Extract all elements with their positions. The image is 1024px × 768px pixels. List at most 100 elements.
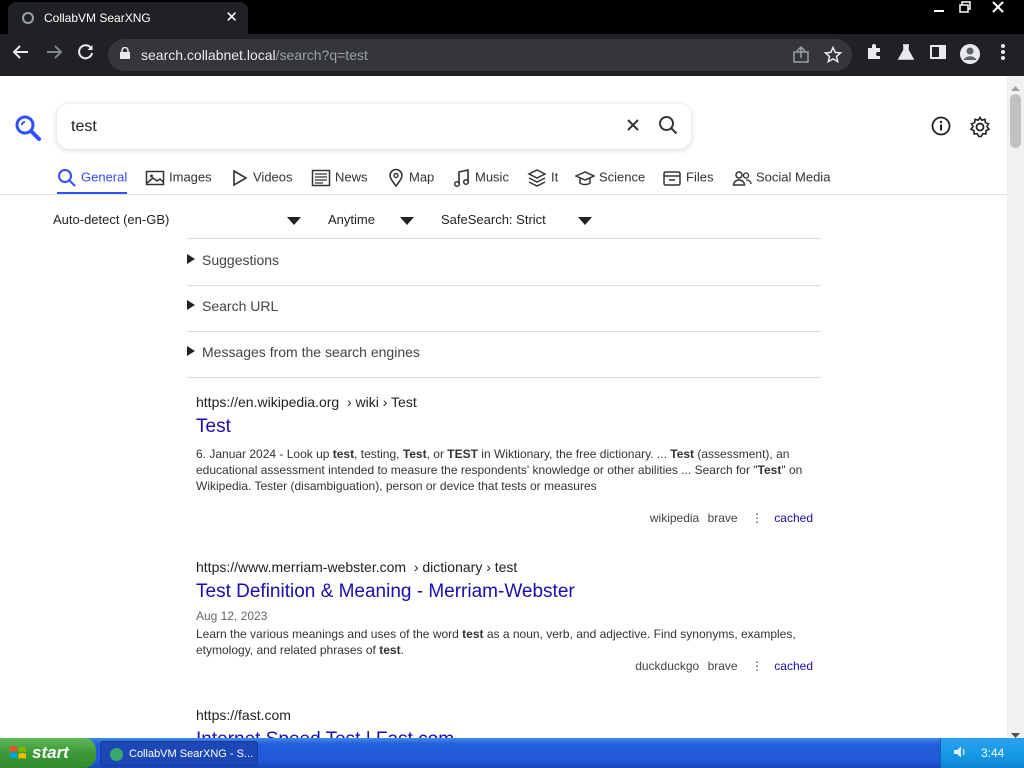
scroll-up-arrow-icon[interactable] xyxy=(1011,78,1020,96)
highlighted-term: Test xyxy=(402,447,427,461)
searxng-logo-icon[interactable] xyxy=(14,114,42,147)
engine-label: brave xyxy=(707,511,738,525)
share-icon[interactable] xyxy=(792,45,810,69)
extensions-puzzle-icon[interactable] xyxy=(862,43,886,66)
search-icon xyxy=(58,169,76,187)
tab-music[interactable]: Music xyxy=(453,168,509,194)
search-result: https://en.wikipedia.org › wiki › Test T… xyxy=(196,394,816,529)
image-icon xyxy=(145,170,165,186)
disclosure-triangle-icon xyxy=(187,300,195,310)
tab-music-label: Music xyxy=(475,169,509,185)
page-scrollbar[interactable] xyxy=(1007,76,1024,738)
scrollbar-thumb[interactable] xyxy=(1010,94,1021,148)
restore-button[interactable] xyxy=(954,0,976,18)
start-button[interactable]: start xyxy=(0,738,96,768)
taskbar: start CollabVM SearXNG - S... 3:44 xyxy=(0,738,1024,768)
chrome-app-icon xyxy=(110,748,123,761)
browser-tab[interactable]: CollabVM SearXNG ✕ xyxy=(8,2,248,34)
volume-icon[interactable] xyxy=(953,745,967,759)
cached-link[interactable]: cached xyxy=(774,659,813,673)
tab-title: CollabVM SearXNG xyxy=(44,11,151,25)
highlighted-term: Test xyxy=(757,463,782,477)
windows-logo-icon xyxy=(10,746,26,759)
search-submit-icon[interactable] xyxy=(658,115,678,140)
search-result: https://www.merriam-webster.com › dictio… xyxy=(196,559,816,679)
graduation-cap-icon xyxy=(574,171,596,186)
result-title-link[interactable]: Test Definition & Meaning - Merriam-Webs… xyxy=(196,581,816,603)
tab-map-label: Map xyxy=(409,169,435,185)
result-title-link[interactable]: Test xyxy=(196,416,816,438)
snippet-text: in Wiktionary, the free dictionary. ... xyxy=(477,447,671,461)
tab-images[interactable]: Images xyxy=(145,168,212,194)
result-url[interactable]: https://www.merriam-webster.com › dictio… xyxy=(196,559,816,575)
divider xyxy=(187,238,821,239)
window-close-button[interactable] xyxy=(984,0,1012,18)
tab-images-label: Images xyxy=(169,169,212,185)
categories-divider xyxy=(0,194,1007,195)
labs-flask-icon[interactable] xyxy=(894,43,918,66)
about-info-icon[interactable] xyxy=(931,116,951,141)
forward-arrow-icon[interactable] xyxy=(42,43,66,66)
newspaper-icon xyxy=(311,169,331,187)
disclosure-triangle-icon xyxy=(187,254,195,264)
time-dropdown-arrow-icon[interactable] xyxy=(400,217,414,225)
tab-videos[interactable]: Videos xyxy=(231,168,293,194)
result-date: Aug 12, 2023 xyxy=(196,609,268,623)
snippet-text: 6. Januar 2024 - Look up xyxy=(196,447,333,461)
result-title-link[interactable]: Internet Speed Test | Fast.com xyxy=(196,729,816,738)
tab-it-label: It xyxy=(551,169,559,185)
more-kebab-icon[interactable]: ⋮ xyxy=(751,659,763,673)
tab-general[interactable]: General xyxy=(57,168,128,194)
tab-files[interactable]: Files xyxy=(662,168,713,194)
tab-it[interactable]: It xyxy=(527,168,558,194)
lock-icon xyxy=(120,47,130,59)
play-icon xyxy=(233,169,248,187)
engine-messages-label: Messages from the search engines xyxy=(202,344,420,360)
more-kebab-icon[interactable]: ⋮ xyxy=(751,511,763,525)
language-dropdown-arrow-icon[interactable] xyxy=(287,217,301,225)
search-url-label: Search URL xyxy=(202,298,279,314)
tab-close-icon[interactable]: ✕ xyxy=(225,8,238,26)
tab-files-label: Files xyxy=(686,169,714,185)
side-panel-icon[interactable] xyxy=(926,43,950,66)
suggestions-toggle[interactable]: Suggestions xyxy=(187,252,279,268)
cached-link[interactable]: cached xyxy=(774,511,813,525)
snippet-text: , testing, xyxy=(354,447,403,461)
bookmark-star-icon[interactable] xyxy=(823,45,843,69)
divider xyxy=(187,377,821,378)
taskbar-item-browser[interactable]: CollabVM SearXNG - S... xyxy=(100,741,258,766)
safesearch-select[interactable]: SafeSearch: Strict xyxy=(441,212,546,227)
engine-label: brave xyxy=(707,659,738,673)
search-input[interactable] xyxy=(71,114,591,140)
back-arrow-icon[interactable] xyxy=(9,43,33,66)
clock: 3:44 xyxy=(981,746,1005,760)
language-select[interactable]: Auto-detect (en-GB) xyxy=(53,212,169,227)
minimize-button[interactable] xyxy=(928,0,950,18)
snippet-text: . xyxy=(400,643,404,657)
divider xyxy=(187,285,821,286)
search-url-toggle[interactable]: Search URL xyxy=(187,298,278,314)
preferences-gear-icon[interactable] xyxy=(969,116,991,143)
address-bar[interactable]: search.collabnet.local/search?q=test xyxy=(108,39,852,71)
tab-science-label: Science xyxy=(599,169,646,185)
safesearch-dropdown-arrow-icon[interactable] xyxy=(578,217,592,225)
engine-messages-toggle[interactable]: Messages from the search engines xyxy=(187,344,420,360)
tab-social-media[interactable]: Social Media xyxy=(732,168,830,194)
searxng-page: General Images Videos News Map Music It … xyxy=(0,76,1007,738)
tab-news[interactable]: News xyxy=(311,168,368,194)
highlighted-term: Test xyxy=(670,447,695,461)
result-url[interactable]: https://fast.com xyxy=(196,707,816,723)
archive-icon xyxy=(663,171,681,186)
result-engines: wikipedia brave ⋮ cached xyxy=(650,511,813,525)
reload-icon[interactable] xyxy=(74,43,98,66)
clear-search-icon[interactable] xyxy=(625,117,641,138)
tab-science[interactable]: Science xyxy=(574,168,646,194)
result-url[interactable]: https://en.wikipedia.org › wiki › Test xyxy=(196,394,816,410)
result-snippet: Learn the various meanings and uses of t… xyxy=(196,626,816,658)
tab-videos-label: Videos xyxy=(253,169,293,185)
browser-menu-kebab-icon[interactable] xyxy=(991,43,1015,66)
time-range-select[interactable]: Anytime xyxy=(328,212,375,227)
profile-avatar-icon[interactable] xyxy=(958,43,982,70)
tab-map[interactable]: Map xyxy=(387,168,434,194)
snippet-text: , or xyxy=(426,447,448,461)
